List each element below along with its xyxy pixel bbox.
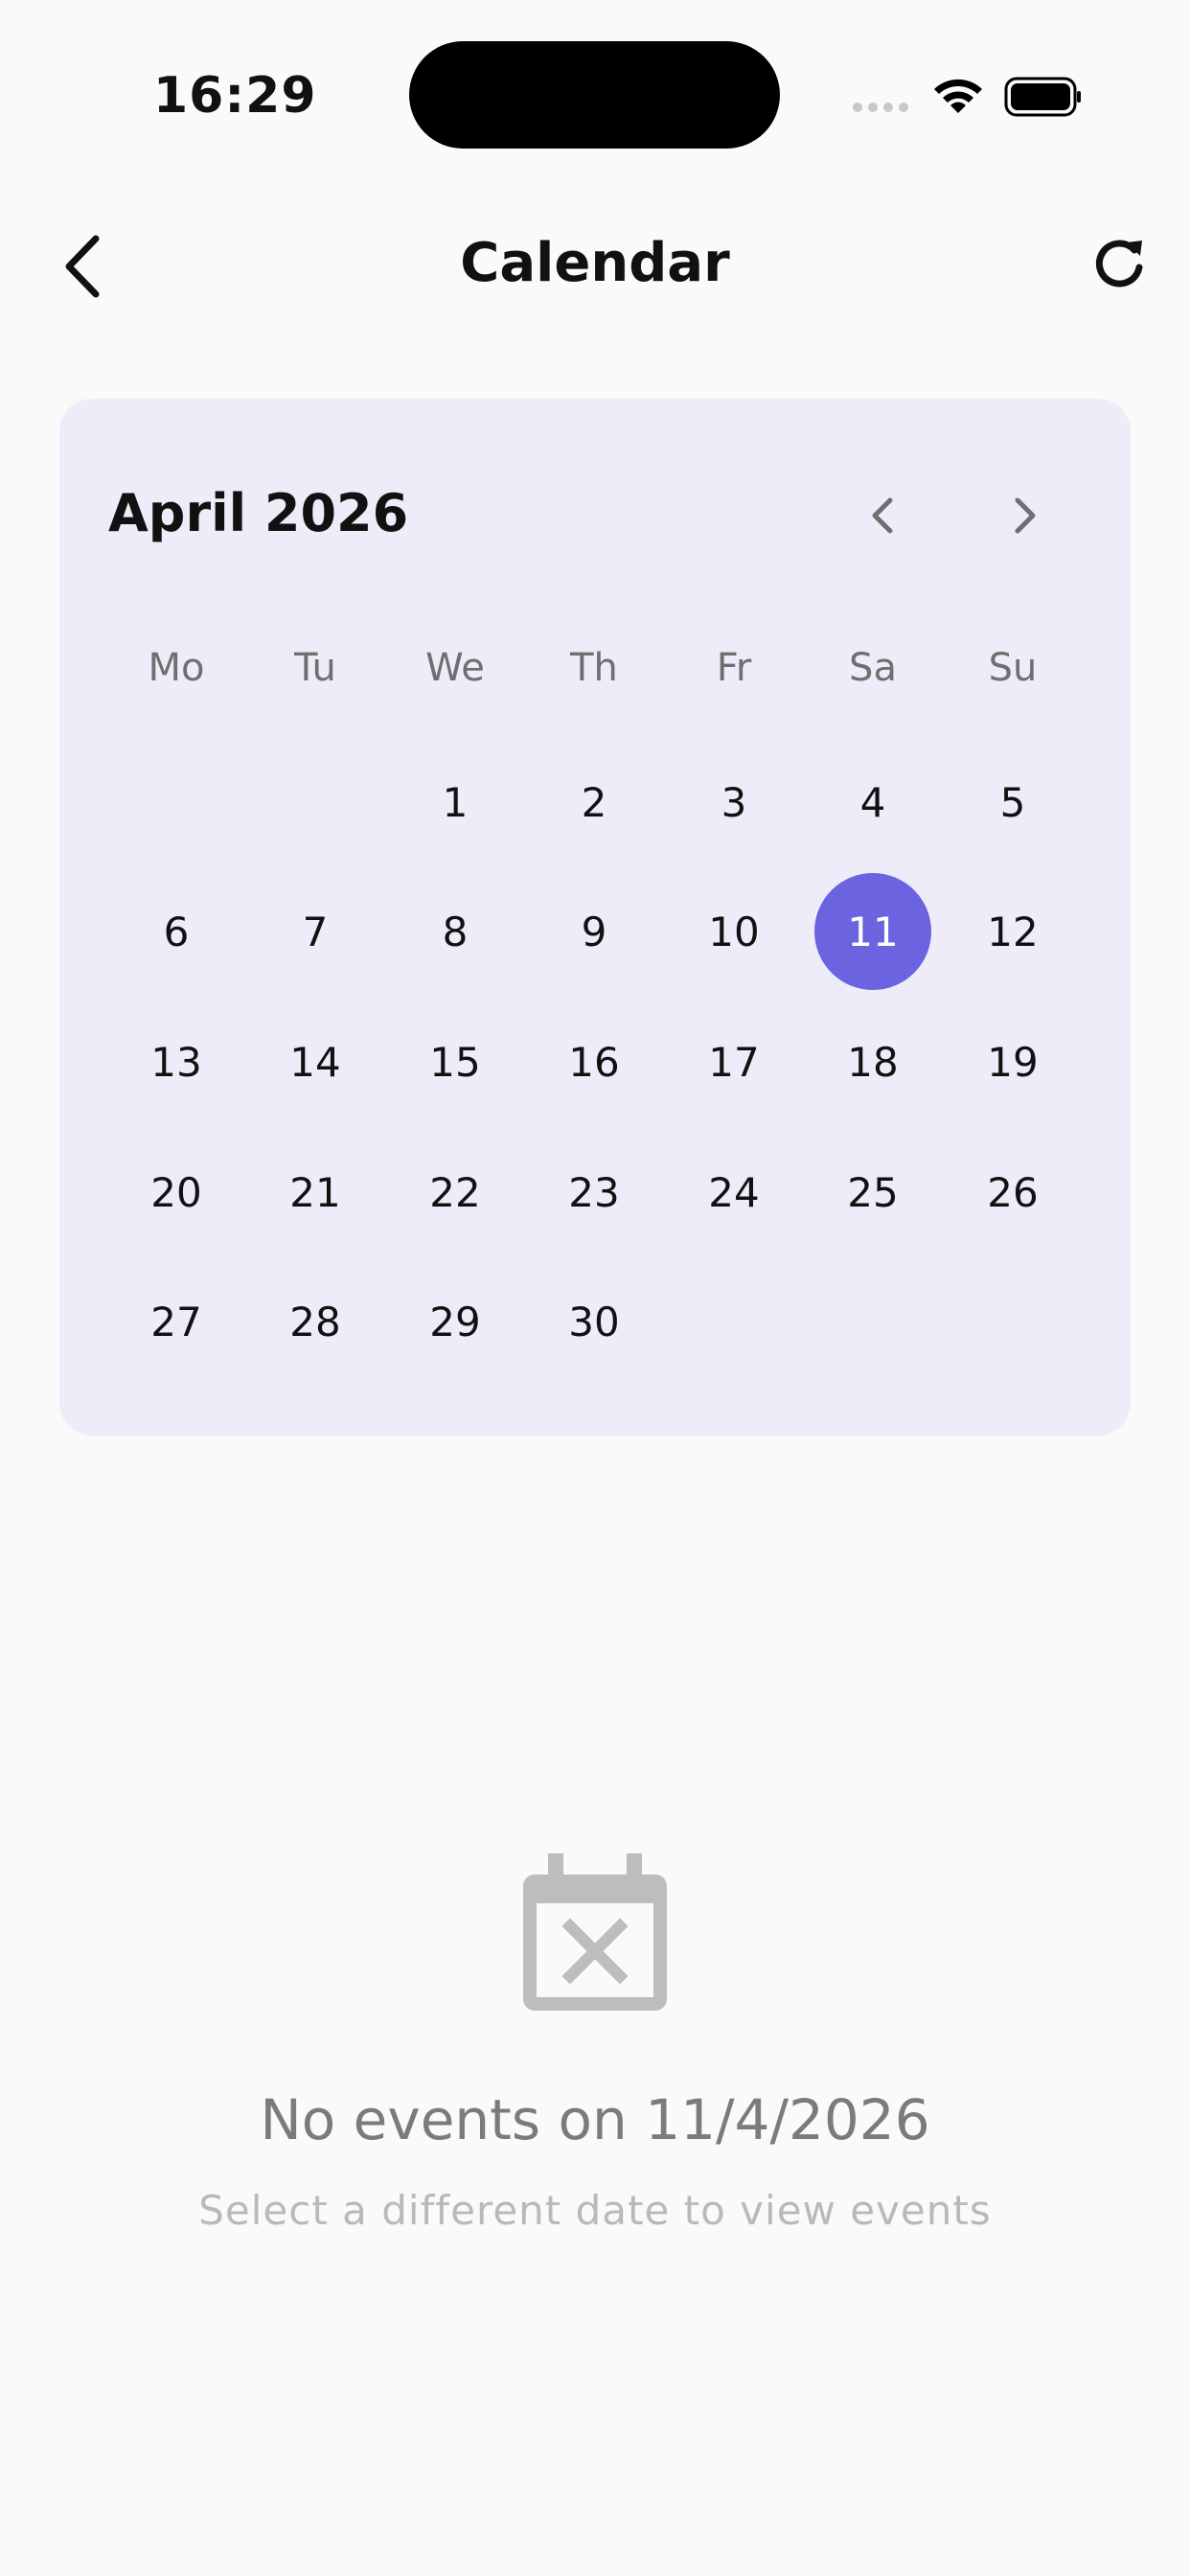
calendar-day-selected[interactable]: 11 xyxy=(814,873,931,990)
weekday-label: Fr xyxy=(716,646,752,690)
previous-month-button[interactable] xyxy=(859,492,907,540)
calendar-day[interactable]: 30 xyxy=(536,1263,652,1380)
signal-icon xyxy=(853,103,908,112)
calendar-day[interactable]: 3 xyxy=(675,744,792,861)
calendar-day[interactable]: 18 xyxy=(814,1003,931,1120)
calendar-day[interactable]: 24 xyxy=(675,1134,792,1251)
battery-icon xyxy=(1004,77,1081,117)
refresh-button[interactable] xyxy=(1090,235,1148,292)
calendar-day[interactable]: 17 xyxy=(675,1003,792,1120)
calendar-day[interactable]: 26 xyxy=(954,1134,1071,1251)
calendar-day[interactable]: 15 xyxy=(397,1003,514,1120)
page-title: Calendar xyxy=(460,232,730,294)
calendar-day[interactable]: 25 xyxy=(814,1134,931,1251)
weekday-label: Th xyxy=(570,646,618,690)
calendar-day[interactable]: 7 xyxy=(257,873,374,990)
dynamic-island xyxy=(409,41,780,149)
calendar-day[interactable]: 2 xyxy=(536,744,652,861)
calendar-card: April 2026 Mo Tu We Th Fr Sa Su 1 2 3 4 5 6 7 8 9 10 11 1… xyxy=(59,399,1131,1436)
calendar-day[interactable]: 1 xyxy=(397,744,514,861)
status-time: 16:29 xyxy=(153,67,317,125)
calendar-day[interactable]: 28 xyxy=(257,1263,374,1380)
calendar-day[interactable]: 20 xyxy=(118,1134,235,1251)
calendar-day[interactable]: 29 xyxy=(397,1263,514,1380)
weekday-label: Mo xyxy=(148,646,205,690)
empty-state-subtitle: Select a different date to view events xyxy=(198,2187,992,2234)
weekday-label: Tu xyxy=(294,646,336,690)
calendar-day[interactable]: 6 xyxy=(118,873,235,990)
empty-state-title: No events on 11/4/2026 xyxy=(260,2087,930,2152)
weekday-label: We xyxy=(425,646,485,690)
calendar-day[interactable]: 19 xyxy=(954,1003,1071,1120)
calendar-day[interactable]: 10 xyxy=(675,873,792,990)
calendar-day[interactable]: 4 xyxy=(814,744,931,861)
calendar-day[interactable]: 8 xyxy=(397,873,514,990)
calendar-day[interactable]: 27 xyxy=(118,1263,235,1380)
calendar-day[interactable]: 16 xyxy=(536,1003,652,1120)
calendar-day[interactable]: 21 xyxy=(257,1134,374,1251)
wifi-icon xyxy=(934,79,982,113)
calendar-day[interactable]: 14 xyxy=(257,1003,374,1120)
calendar-day[interactable]: 22 xyxy=(397,1134,514,1251)
calendar-day[interactable]: 12 xyxy=(954,873,1071,990)
month-label: April 2026 xyxy=(108,483,409,543)
weekday-label: Su xyxy=(988,646,1038,690)
calendar-x-icon xyxy=(523,1853,667,2011)
weekday-label: Sa xyxy=(849,646,897,690)
calendar-day[interactable]: 23 xyxy=(536,1134,652,1251)
calendar-day[interactable]: 9 xyxy=(536,873,652,990)
calendar-day[interactable]: 5 xyxy=(954,744,1071,861)
calendar-day[interactable]: 13 xyxy=(118,1003,235,1120)
next-month-button[interactable] xyxy=(1000,492,1048,540)
